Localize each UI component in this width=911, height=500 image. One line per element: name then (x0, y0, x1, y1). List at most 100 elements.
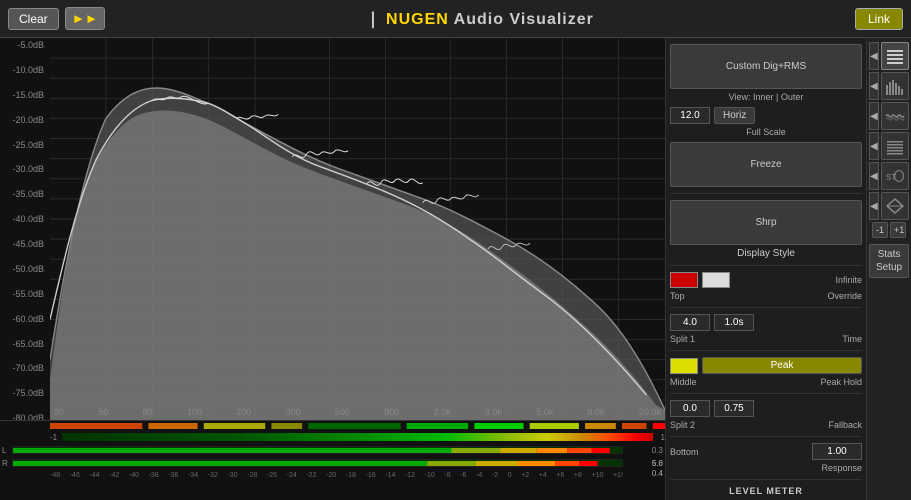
scale-0: 0 (508, 472, 512, 479)
middle-color-swatch[interactable] (670, 358, 698, 374)
split2-label: Split 2 (670, 420, 695, 430)
x-label-10: 5.0k (536, 407, 553, 417)
y-label-14: -75.0dB (2, 388, 48, 398)
scale-32: -32 (208, 472, 218, 479)
override-label: Override (827, 291, 862, 301)
lines-icon-btn[interactable] (881, 42, 909, 70)
split2-input[interactable] (670, 400, 710, 417)
spectrum-bars-icon-btn[interactable] (881, 72, 909, 100)
arrow-left-6[interactable]: ◀ (869, 192, 879, 220)
x-label-12: 20.0k (639, 407, 661, 417)
right-val1: 0.3 (652, 446, 663, 455)
scale-26: -26 (267, 472, 277, 479)
arrow-left-5[interactable]: ◀ (869, 162, 879, 190)
scale-24: -24 (287, 472, 297, 479)
scale-38: -38 (149, 472, 159, 479)
display-mode-button[interactable]: Custom Dig+RMS (670, 44, 862, 89)
lines2-icon (885, 137, 905, 155)
fallback-input[interactable] (714, 400, 754, 417)
scale-p6: +6 (556, 472, 564, 479)
icon-row-4: ◀ (869, 132, 909, 160)
icon-row-1: ◀ (869, 42, 909, 70)
controls-panel: Custom Dig+RMS View: Inner | Outer Horiz… (670, 42, 862, 496)
y-label-13: -70.0dB (2, 363, 48, 373)
peak-button[interactable]: Peak (702, 357, 862, 374)
rv4: 0.4 (652, 469, 663, 478)
split1-input[interactable] (670, 314, 710, 331)
view-label: View: Inner | Outer (670, 92, 862, 102)
icon-row-3: ◀ (869, 102, 909, 130)
y-label-2: -15.0dB (2, 90, 48, 100)
rv3: 5.6 (652, 459, 663, 468)
scale-30: -30 (227, 472, 237, 479)
clear-button[interactable]: Clear (8, 8, 59, 30)
time-input[interactable] (714, 314, 754, 331)
arrow-left-1[interactable]: ◀ (869, 42, 879, 70)
y-label-4: -25.0dB (2, 140, 48, 150)
full-scale-label: Full Scale (670, 127, 862, 137)
y-label-1: -10.0dB (2, 65, 48, 75)
y-label-9: -50.0dB (2, 264, 48, 274)
scale-10: -10 (425, 472, 435, 479)
y-label-3: -20.0dB (2, 115, 48, 125)
st-icon-btn[interactable]: ST (881, 162, 909, 190)
top-color-swatch[interactable] (670, 272, 698, 288)
arrow-left-3[interactable]: ◀ (869, 102, 879, 130)
scale-48: -48 (50, 472, 60, 479)
lines2-icon-btn[interactable] (881, 132, 909, 160)
icon-row-2: ◀ (869, 72, 909, 100)
horiz-button[interactable]: Horiz (714, 107, 755, 124)
divider2 (670, 265, 862, 266)
middle-label: Middle (670, 377, 697, 387)
y-label-7: -40.0dB (2, 214, 48, 224)
arrow-left-4[interactable]: ◀ (869, 132, 879, 160)
top-bar: Clear ►► ❘ NUGEN Audio Visualizer Link (0, 0, 911, 38)
arrow-left-2[interactable]: ◀ (869, 72, 879, 100)
x-label-0: 30 (54, 407, 64, 417)
minus1-button[interactable]: -1 (872, 222, 888, 238)
plus1-button[interactable]: +1 (890, 222, 906, 238)
scale-p8: +8 (574, 472, 582, 479)
link-button[interactable]: Link (855, 8, 903, 30)
scale-18: -18 (346, 472, 356, 479)
divider1 (670, 193, 862, 194)
stats-setup-button[interactable]: StatsSetup (869, 244, 909, 278)
scale-36: -36 (168, 472, 178, 479)
x-label-8: 2.0k (434, 407, 451, 417)
forward-button[interactable]: ►► (65, 7, 105, 30)
x-axis-labels: 30 50 80 100 200 300 500 800 2.0k 3.0k 5… (50, 404, 665, 420)
scale-14: -14 (385, 472, 395, 479)
split2-row (670, 400, 862, 417)
y-label-11: -60.0dB (2, 314, 48, 324)
response-input[interactable] (812, 443, 862, 460)
shrp-button[interactable]: Shrp (670, 200, 862, 245)
top-white-swatch[interactable] (702, 272, 730, 288)
top-row: Infinite (670, 272, 862, 288)
x-label-6: 500 (335, 407, 350, 417)
x-label-1: 50 (98, 407, 108, 417)
divider6 (670, 436, 862, 437)
scale-4: -4 (476, 472, 482, 479)
nugen-logo: ❘ NUGEN Audio Visualizer (366, 11, 594, 28)
infinite-label: Infinite (734, 275, 862, 285)
scale-p2: +2 (521, 472, 529, 479)
split1-label: Split 1 (670, 334, 695, 344)
peak-hold-label: Peak Hold (820, 377, 862, 387)
full-scale-input[interactable] (670, 107, 710, 124)
scale-p10: +10 (592, 472, 604, 479)
diamond-icon-btn[interactable] (881, 192, 909, 220)
middle-peakhold-labels: Middle Peak Hold (670, 377, 862, 387)
freeze-button[interactable]: Freeze (670, 142, 862, 187)
divider5 (670, 393, 862, 394)
top-label: Top (670, 291, 685, 301)
divider3 (670, 307, 862, 308)
x-label-2: 80 (143, 407, 153, 417)
wave-icon-btn[interactable] (881, 102, 909, 130)
scale-12: -12 (405, 472, 415, 479)
scale-22: -22 (306, 472, 316, 479)
x-label-11: 8.0k (588, 407, 605, 417)
scale-34: -34 (188, 472, 198, 479)
level-section: -1 1 L (0, 420, 665, 500)
x-label-3: 100 (187, 407, 202, 417)
spectrum-display (50, 38, 665, 420)
